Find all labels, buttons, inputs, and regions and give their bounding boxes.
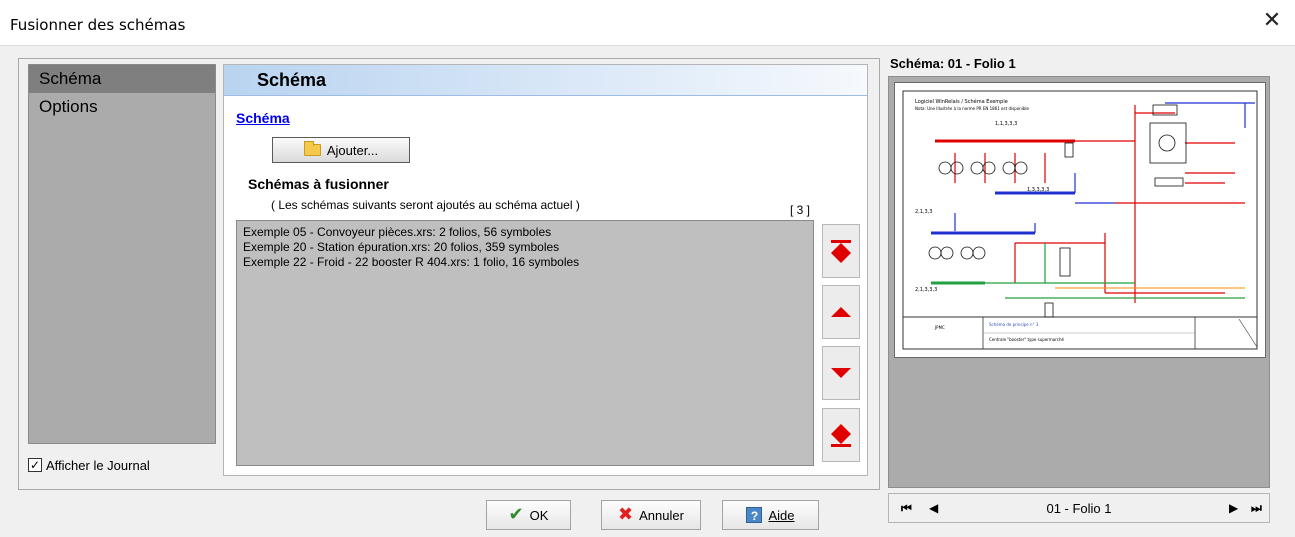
sheet-footer-mid2: Centrale "booster" type supermarché	[989, 337, 1064, 342]
folio-pager: ⏮ ◀ 01 - Folio 1 ▶ ⏭	[888, 493, 1270, 523]
next-page-icon[interactable]: ▶	[1229, 501, 1238, 515]
show-journal-label: Afficher le Journal	[46, 457, 150, 473]
last-page-icon[interactable]: ⏭	[1251, 501, 1262, 516]
move-to-top-button[interactable]	[822, 224, 860, 278]
category-list[interactable]: Schéma Options	[28, 64, 216, 444]
sheet-footer-mid1: Schéma de principe n° 3	[989, 322, 1039, 327]
panel-header: Schéma	[224, 65, 867, 96]
arrow-up-icon	[831, 307, 851, 317]
help-button[interactable]: ? Aide	[722, 500, 819, 530]
close-icon[interactable]: ✕	[1261, 10, 1283, 32]
page-label: 01 - Folio 1	[1046, 501, 1112, 516]
preview-area: Logiciel WinRelais / Schéma Exemple Nota…	[888, 76, 1270, 488]
schema-list[interactable]: Exemple 05 - Convoyeur pièces.xrs: 2 fol…	[236, 220, 814, 466]
ok-button[interactable]: ✔ OK	[486, 500, 571, 530]
schema-diagram-image: Logiciel WinRelais / Schéma Exemple Nota…	[902, 90, 1258, 350]
checkbox-checked-icon[interactable]: ✓	[28, 458, 42, 472]
svg-text:1,3,3,3,3: 1,3,3,3,3	[1027, 187, 1049, 193]
cancel-button[interactable]: ✖ Annuler	[601, 500, 701, 530]
add-button-label: Ajouter...	[326, 142, 379, 158]
list-item[interactable]: Exemple 20 - Station épuration.xrs: 20 f…	[243, 240, 807, 255]
list-item[interactable]: Exemple 22 - Froid - 22 booster R 404.xr…	[243, 255, 807, 270]
show-journal-checkbox[interactable]: ✓ Afficher le Journal	[28, 456, 150, 474]
move-to-bottom-button[interactable]	[822, 408, 860, 462]
folder-icon	[303, 141, 321, 156]
merge-count: [ 3 ]	[790, 203, 811, 217]
cancel-button-label: Annuler	[639, 507, 684, 523]
schema-panel: Schéma Schéma Ajouter... Schémas à fusio…	[223, 64, 868, 476]
merge-list-title: Schémas à fusionner	[248, 176, 389, 192]
merge-list-subtitle: ( Les schémas suivants seront ajoutés au…	[271, 198, 580, 212]
nav-item-schema[interactable]: Schéma	[29, 65, 215, 93]
arrow-down-icon	[831, 368, 851, 378]
cancel-x-icon: ✖	[618, 504, 634, 525]
schema-section-link[interactable]: Schéma	[236, 110, 290, 126]
svg-text:2,1,3,3: 2,1,3,3	[915, 209, 933, 215]
add-button[interactable]: Ajouter...	[272, 137, 410, 163]
sheet-footer-left: JPMC	[934, 325, 945, 330]
preview-title: Schéma: 01 - Folio 1	[890, 56, 1016, 71]
checkmark-icon: ✔	[508, 504, 524, 525]
title-bar: Fusionner des schémas ✕	[0, 0, 1295, 46]
svg-text:1,1,3,3,3: 1,1,3,3,3	[995, 121, 1017, 127]
help-button-label: Aide	[768, 507, 795, 523]
svg-text:2,1,3,3,3: 2,1,3,3,3	[915, 287, 937, 293]
schema-thumbnail: Logiciel WinRelais / Schéma Exemple Nota…	[894, 82, 1266, 358]
move-bottom-icon	[831, 423, 851, 447]
ok-button-label: OK	[529, 507, 549, 523]
sheet-header-line2: Nota: Une Illustrée à la norme PR EN 186…	[915, 106, 1029, 111]
window-title: Fusionner des schémas	[10, 16, 186, 34]
nav-item-options[interactable]: Options	[29, 93, 215, 121]
sheet-header-line1: Logiciel WinRelais / Schéma Exemple	[915, 98, 1008, 105]
help-icon: ?	[746, 507, 763, 523]
move-down-button[interactable]	[822, 346, 860, 400]
move-top-icon	[831, 239, 851, 263]
move-up-button[interactable]	[822, 285, 860, 339]
list-item[interactable]: Exemple 05 - Convoyeur pièces.xrs: 2 fol…	[243, 225, 807, 240]
